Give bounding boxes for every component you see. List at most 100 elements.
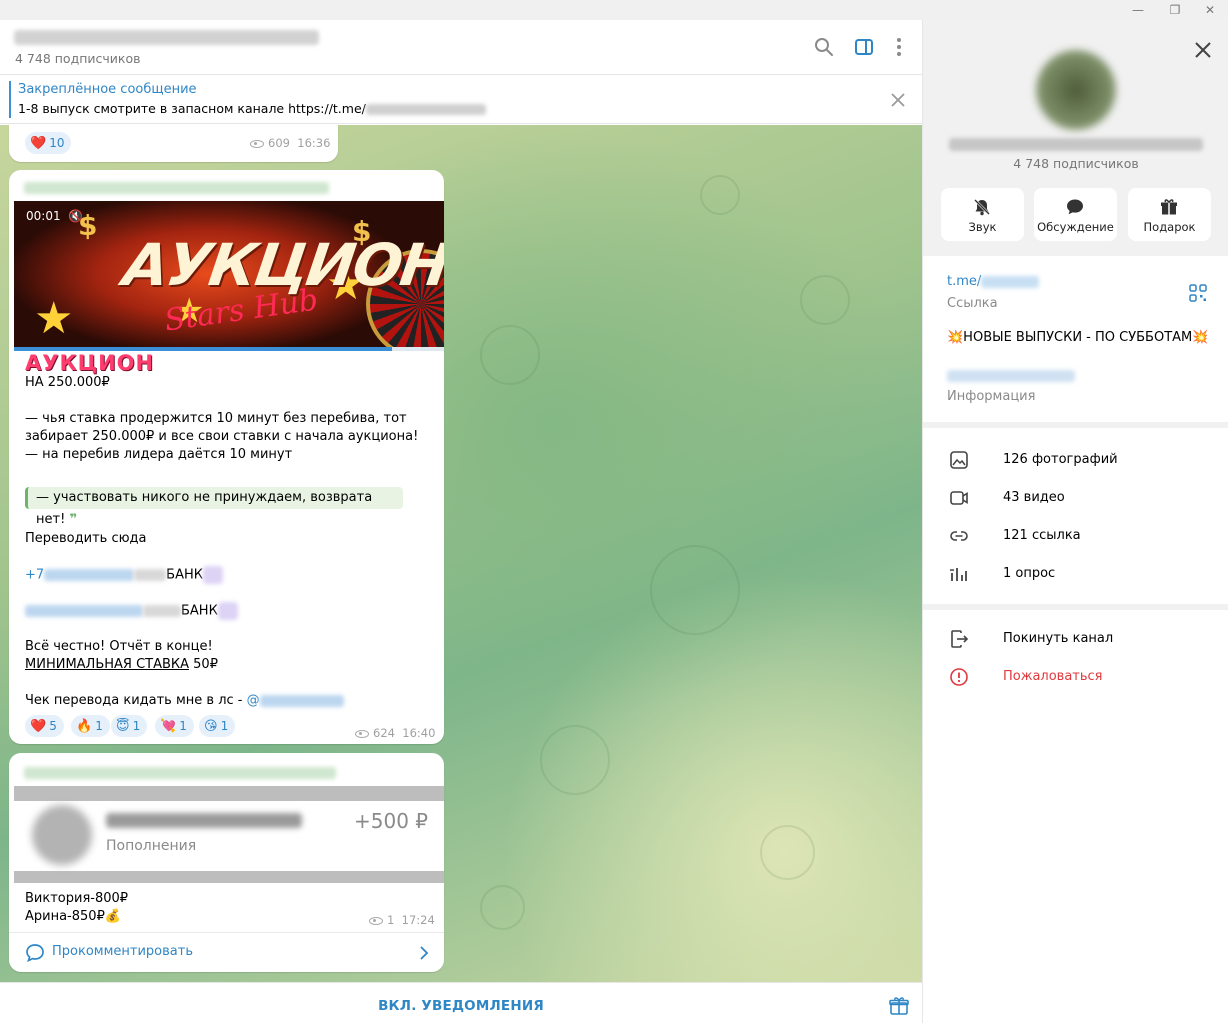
discussion-button[interactable]: Обсуждение [1034, 188, 1117, 241]
reaction-heart[interactable]: ❤️ 10 [25, 132, 72, 154]
transfer-card: Пополнения +500 ₽ [14, 801, 444, 871]
gift-button[interactable]: Подарок [1128, 188, 1211, 241]
reaction-emoji: 🔥 [76, 719, 93, 734]
comment-row[interactable]: Прокомментировать [9, 932, 444, 972]
doodle-decoration [650, 545, 740, 635]
doodle-decoration [540, 725, 610, 795]
restore-button[interactable]: ❐ [1165, 2, 1185, 18]
emoji-redacted [217, 602, 238, 620]
message-meta: 624 16:40 [355, 726, 435, 740]
reaction-count: 1 [95, 719, 103, 733]
message-line: Всё честно! Отчёт в конце! [25, 639, 213, 654]
quote-block: — участвовать никого не принуждаем, возв… [25, 487, 403, 527]
media-label: 121 ссылка [1003, 528, 1081, 543]
message-bubble[interactable]: Пополнения +500 ₽ Виктория-800₽ Арина-85… [9, 753, 444, 972]
pinned-accent-bar [9, 81, 11, 118]
chat-bubble-icon [1067, 199, 1083, 215]
window-titlebar: — ❐ ✕ [0, 0, 1228, 20]
message-line: Арина-850₽💰 [25, 909, 122, 924]
reaction-emoji: 😘 [204, 719, 218, 734]
message-time: 16:36 [297, 136, 331, 150]
bottom-bar: ВКЛ. УВЕДОМЛЕНИЯ [0, 982, 922, 1023]
media-label: 1 опрос [1003, 566, 1056, 581]
video-player[interactable]: ★ ★ ★ $ $ АУКЦИОН Stars Hub 00:01 🔇 [14, 201, 444, 347]
bank-label: БАНК [166, 567, 203, 583]
media-links-row[interactable]: 121 ссылка [923, 517, 1228, 555]
transfer-screenshot[interactable]: Пополнения +500 ₽ [14, 786, 444, 883]
message-meta: 1 17:24 [369, 913, 435, 927]
minimize-button[interactable]: — [1128, 2, 1148, 18]
card-redacted [143, 605, 181, 617]
media-polls-row[interactable]: 1 опрос [923, 555, 1228, 593]
username-link[interactable]: @ [247, 693, 260, 708]
receipt-text: Чек перевода кидать мне в лс - [25, 693, 247, 708]
qr-code-icon[interactable] [1189, 284, 1207, 302]
author-name-redacted [24, 182, 329, 194]
enable-notifications-button[interactable]: ВКЛ. УВЕДОМЛЕНИЯ [0, 998, 922, 1014]
message-bubble[interactable]: ❤️ 10 609 16:36 [9, 125, 338, 162]
close-panel-icon[interactable] [1191, 38, 1215, 62]
transfer-amount: +500 ₽ [353, 809, 428, 833]
chat-pane: 4 748 подписчиков Закреплённое сообщение… [0, 20, 922, 1023]
report-row[interactable]: Пожаловаться [923, 658, 1228, 696]
message-line: Виктория-800₽ [25, 891, 129, 906]
phone-line: +7 БАНК [25, 566, 223, 585]
phone-redacted [44, 569, 135, 581]
message-bubble[interactable]: ★ ★ ★ $ $ АУКЦИОН Stars Hub 00:01 🔇 АУКЦ… [9, 170, 444, 744]
video-icon [950, 491, 968, 505]
gift-icon[interactable] [888, 995, 910, 1017]
message-line: Переводить сюда [25, 531, 147, 546]
leave-label: Покинуть канал [1003, 631, 1114, 646]
reaction-heart[interactable]: ❤️ 5 [25, 715, 64, 737]
pinned-message[interactable]: Закреплённое сообщение 1-8 выпуск смотри… [0, 76, 922, 124]
sound-button[interactable]: Звук [941, 188, 1024, 241]
channel-link-redacted [981, 275, 1040, 288]
reaction-kiss[interactable]: 😘 1 [199, 715, 236, 737]
close-pinned-icon[interactable] [888, 90, 908, 110]
media-label: 43 видео [1003, 490, 1065, 505]
payer-name-redacted [106, 813, 302, 828]
bell-off-icon [974, 199, 990, 216]
star-decoration: ★ [34, 293, 74, 344]
transfer-type: Пополнения [106, 838, 197, 854]
gift-icon [1161, 199, 1177, 215]
doodle-decoration [480, 885, 525, 930]
media-videos-row[interactable]: 43 видео [923, 479, 1228, 517]
description-redacted [947, 370, 1075, 382]
reaction-emoji: ❤️ [30, 136, 47, 151]
message-line: НА 250.000₽ [25, 375, 110, 390]
reaction-fire[interactable]: 🔥 1 [71, 715, 110, 737]
report-icon [950, 668, 968, 686]
channel-link[interactable]: t.me/ [947, 274, 1040, 289]
channel-info-block: t.me/ Ссылка 💥НОВЫЕ ВЫПУСКИ - ПО СУББОТА… [923, 256, 1228, 428]
leave-channel-row[interactable]: Покинуть канал [923, 620, 1228, 658]
reaction-heart-arrow[interactable]: 💘 1 [155, 715, 194, 737]
pinned-title: Закреплённое сообщение [18, 82, 197, 97]
reaction-angel[interactable]: 😇 1 [111, 715, 148, 737]
quote-text: — участвовать никого не принуждаем, возв… [36, 490, 373, 527]
pinned-text: 1-8 выпуск смотрите в запасном канале ht… [18, 101, 366, 116]
phone-link[interactable]: +7 [25, 568, 44, 583]
chat-header[interactable]: 4 748 подписчиков [0, 20, 922, 75]
doodle-decoration [760, 825, 815, 880]
channel-avatar[interactable] [1036, 50, 1116, 130]
video-time: 00:01 [26, 209, 61, 223]
more-vertical-icon[interactable] [888, 36, 910, 58]
doodle-decoration [800, 275, 850, 325]
message-time: 17:24 [401, 913, 435, 927]
video-timestamp: 00:01 🔇 [26, 209, 84, 223]
window-close-button[interactable]: ✕ [1200, 2, 1220, 18]
receipt-line: Чек перевода кидать мне в лс - @ [25, 692, 344, 710]
media-photos-row[interactable]: 126 фотографий [923, 441, 1228, 479]
sidebar-toggle-icon[interactable] [853, 36, 875, 58]
views-icon [355, 729, 369, 738]
views-icon [250, 139, 264, 148]
search-icon[interactable] [813, 36, 835, 58]
phone-redacted [134, 569, 167, 581]
action-label: Звук [968, 220, 997, 234]
views-icon [369, 916, 383, 925]
section-divider [923, 604, 1228, 610]
info-label: Информация [947, 389, 1036, 404]
channel-description: 💥НОВЫЕ ВЫПУСКИ - ПО СУББОТАМ💥 [947, 330, 1209, 345]
doodle-decoration [700, 175, 740, 215]
